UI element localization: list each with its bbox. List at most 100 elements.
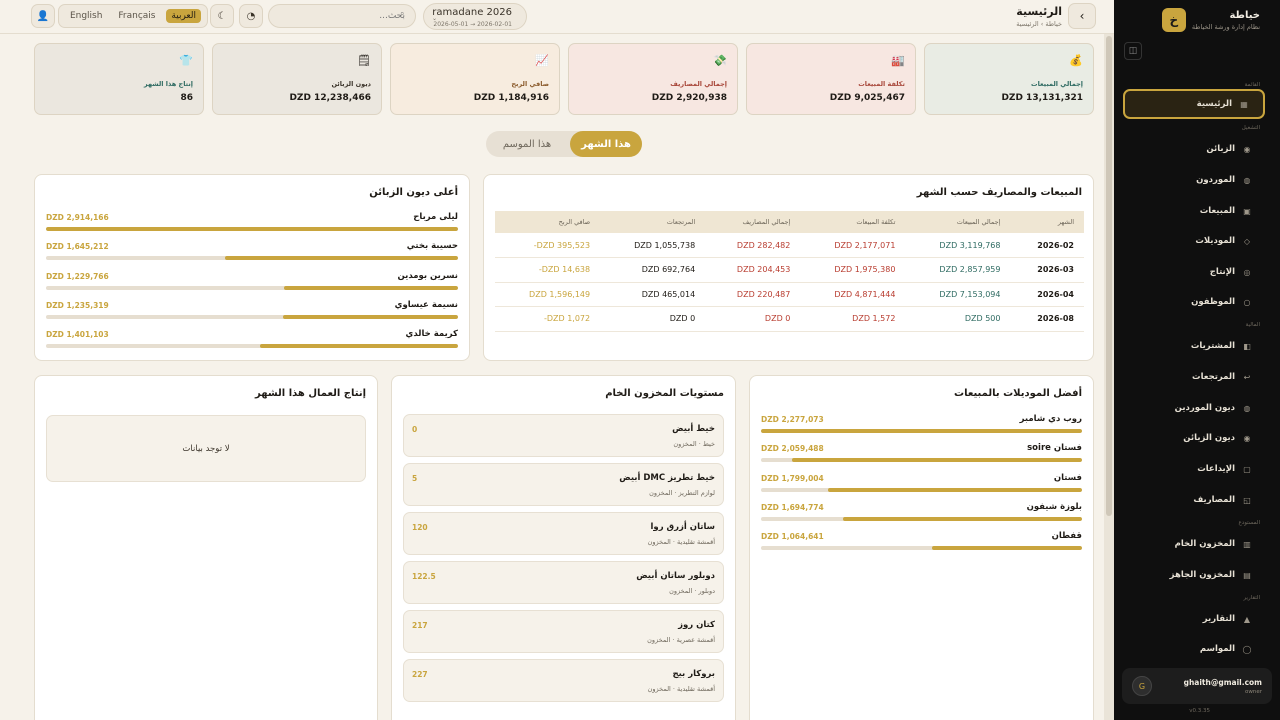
- season-dates: 2026-05-01 → 2026-02-01: [433, 21, 512, 28]
- stock-item[interactable]: كتان روز أقمشة عصرية · المخزون 217: [403, 610, 724, 653]
- stock-item[interactable]: خيط أبيض خيط · المخزون 0: [403, 414, 724, 457]
- sidebar-item-returns[interactable]: ↩ المرتجعات: [1114, 363, 1280, 391]
- search-input[interactable]: [268, 4, 416, 28]
- column-header: إجمالي المبيعات: [905, 211, 1011, 233]
- list-item[interactable]: كريمة خالدي DZD 1,401,103: [46, 329, 458, 358]
- chart-up-icon: 📈: [535, 54, 549, 67]
- progress-fill: [761, 429, 1082, 433]
- table-cell: DZD 465,014: [600, 282, 706, 307]
- list-item[interactable]: نسيمة عيساوي DZD 1,235,319: [46, 300, 458, 329]
- moon-icon: ☾: [217, 10, 227, 22]
- shirt-icon: 👕: [179, 54, 193, 67]
- sidebar-item-label: المبيعات: [1199, 206, 1235, 216]
- stock-item[interactable]: بروكار بيج أقمشة تقليدية · المخزون 227: [403, 659, 724, 702]
- user-card[interactable]: G ghaith@gmail.com owner: [1122, 668, 1272, 704]
- table-cell: DZD 1,572: [800, 306, 906, 332]
- list-item[interactable]: ليلى مرباح DZD 2,914,166: [46, 212, 458, 241]
- page-title: الرئيسية: [1016, 5, 1062, 18]
- sidebar-item-customers[interactable]: ◉ الزبائن: [1114, 135, 1280, 163]
- stock-item-name: خيط أبيض: [672, 424, 715, 434]
- item-name: فستان: [1053, 472, 1082, 483]
- kpi-label: إنتاج هذا الشهر: [143, 80, 193, 88]
- table-cell: DZD 1,596,149: [495, 282, 601, 307]
- progress-fill: [931, 546, 1082, 551]
- stock-item-name: ساتان أزرق روا: [650, 522, 716, 532]
- sidebar-item-employees[interactable]: ○ الموظفون: [1114, 288, 1280, 316]
- progress-fill: [843, 516, 1082, 521]
- sidebar-item-raw-stock[interactable]: ▥ المخزون الخام: [1114, 530, 1280, 558]
- sidebar-item-purchases[interactable]: ◧ المشتريات: [1114, 332, 1280, 360]
- table-cell: DZD 220,487: [705, 282, 801, 307]
- season-name: ramadane 2026: [432, 7, 512, 18]
- item-value: DZD 1,401,103: [46, 330, 109, 340]
- sidebar-collapse-button[interactable]: ◫: [1124, 42, 1142, 60]
- progress-track: [46, 344, 458, 349]
- stock-item-name: بروكار بيج: [672, 669, 715, 679]
- stock-item-quantity: 0: [412, 425, 418, 434]
- sidebar-item-expenses[interactable]: ◱ المصاريف: [1114, 486, 1280, 514]
- grid-icon: ▦: [1240, 99, 1248, 109]
- lang-french[interactable]: Français: [113, 9, 160, 23]
- season-selector[interactable]: ramadane 2026 2026-05-01 → 2026-02-01 ⌄: [423, 3, 527, 30]
- progress-fill: [791, 458, 1082, 463]
- item-value: DZD 1,064,641: [761, 532, 824, 542]
- lang-arabic[interactable]: العربية: [166, 9, 202, 23]
- sidebar-item-ready-stock[interactable]: ▤ المخزون الجاهز: [1114, 561, 1280, 589]
- sidebar-item-label: الزبائن: [1206, 144, 1235, 154]
- progress-fill: [225, 256, 458, 261]
- sidebar-item-seasons[interactable]: ◯ المواسم: [1114, 635, 1280, 663]
- sidebar-item-models[interactable]: ◇ الموديلات: [1114, 227, 1280, 255]
- sidebar-item-reports[interactable]: ▲ التقارير: [1114, 605, 1280, 633]
- kpi-cost-of-sales: 🏭 تكلفة المبيعات DZD 9,025,467: [746, 43, 916, 115]
- list-item[interactable]: بلوزة شيفون DZD 1,694,774: [761, 502, 1082, 531]
- list-item[interactable]: فستان DZD 1,799,004: [761, 473, 1082, 502]
- report-icon: ▲: [1243, 614, 1251, 624]
- back-button[interactable]: ‹: [1068, 3, 1096, 29]
- sidebar-item-supplier-debts[interactable]: ◍ ديون الموردين: [1114, 394, 1280, 422]
- kpi-total-sales: 💰 إجمالي المبيعات DZD 13,131,321: [924, 43, 1094, 115]
- profile-button[interactable]: 👤: [31, 4, 55, 28]
- progress-track: [761, 516, 1082, 521]
- list-item[interactable]: فستان soire DZD 2,059,488: [761, 443, 1082, 472]
- cart-icon: ▣: [1243, 206, 1251, 216]
- kpi-total-expenses: 💸 إجمالي المصاريف DZD 2,920,938: [568, 43, 738, 115]
- stock-item[interactable]: دوبلور ساتان أبيض دوبلور · المخزون 122.5: [403, 561, 724, 604]
- tab-this-season[interactable]: هذا الموسم: [486, 131, 568, 157]
- list-item[interactable]: قفطان DZD 1,064,641: [761, 531, 1082, 560]
- sidebar-item-label: المخزون الجاهز: [1169, 570, 1235, 580]
- main-scrollbar[interactable]: [1104, 0, 1114, 720]
- sidebar-item-suppliers[interactable]: ◍ الموردون: [1114, 166, 1280, 194]
- table-cell: DZD 1,072-: [495, 306, 601, 332]
- deposit-icon: ▢: [1243, 464, 1251, 474]
- item-name: فستان soire: [1027, 443, 1082, 454]
- tab-this-month[interactable]: هذا الشهر: [570, 131, 642, 157]
- table-cell: DZD 14,638-: [495, 257, 601, 283]
- item-name: نسيمة عيساوي: [394, 299, 458, 310]
- list-item[interactable]: نسرين بومدين DZD 1,229,766: [46, 271, 458, 300]
- sidebar-item-customer-debts[interactable]: ◉ ديون الزبائن: [1114, 424, 1280, 452]
- table-cell: DZD 3,119,768: [905, 233, 1011, 258]
- kpi-label: ديون الزبائن: [331, 80, 371, 88]
- item-name: قفطان: [1051, 531, 1082, 542]
- stock-item-category: أقمشة تقليدية · المخزون: [647, 685, 715, 693]
- column-header: صافي الربح: [495, 211, 601, 233]
- theme-toggle-button[interactable]: ☾: [210, 4, 234, 28]
- stock-item[interactable]: ساتان أزرق روا أقمشة تقليدية · المخزون 120: [403, 512, 724, 555]
- sidebar-item-home[interactable]: ▦ الرئيسية: [1123, 89, 1265, 119]
- sidebar-item-deposits[interactable]: ▢ الإيداعات: [1114, 455, 1280, 483]
- scroll-thumb[interactable]: [1106, 36, 1112, 516]
- group-label-reports: التقارير: [1243, 595, 1260, 601]
- monthly-table: الشهر إجمالي المبيعات تكلفة المبيعات إجمالي…: [495, 211, 1084, 332]
- search-icon: ⌕: [400, 9, 405, 18]
- sidebar-item-label: الموديلات: [1195, 236, 1235, 246]
- refresh-button[interactable]: ◔: [239, 4, 263, 28]
- list-item[interactable]: حسيبة بختي DZD 1,645,212: [46, 241, 458, 270]
- table-cell: DZD 282,482: [705, 233, 801, 258]
- sidebar-item-sales[interactable]: ▣ المبيعات: [1114, 197, 1280, 225]
- list-item[interactable]: روب دي شامبر DZD 2,277,073: [761, 414, 1082, 443]
- stock-item[interactable]: خيط تطريز DMC أبيض لوازم التطريز · المخزو…: [403, 463, 724, 506]
- sidebar-item-production[interactable]: ◎ الإنتاج: [1114, 258, 1280, 286]
- stock-item-name: كتان روز: [678, 620, 715, 630]
- kpi-value: DZD 12,238,466: [289, 93, 371, 103]
- lang-english[interactable]: English: [65, 9, 108, 23]
